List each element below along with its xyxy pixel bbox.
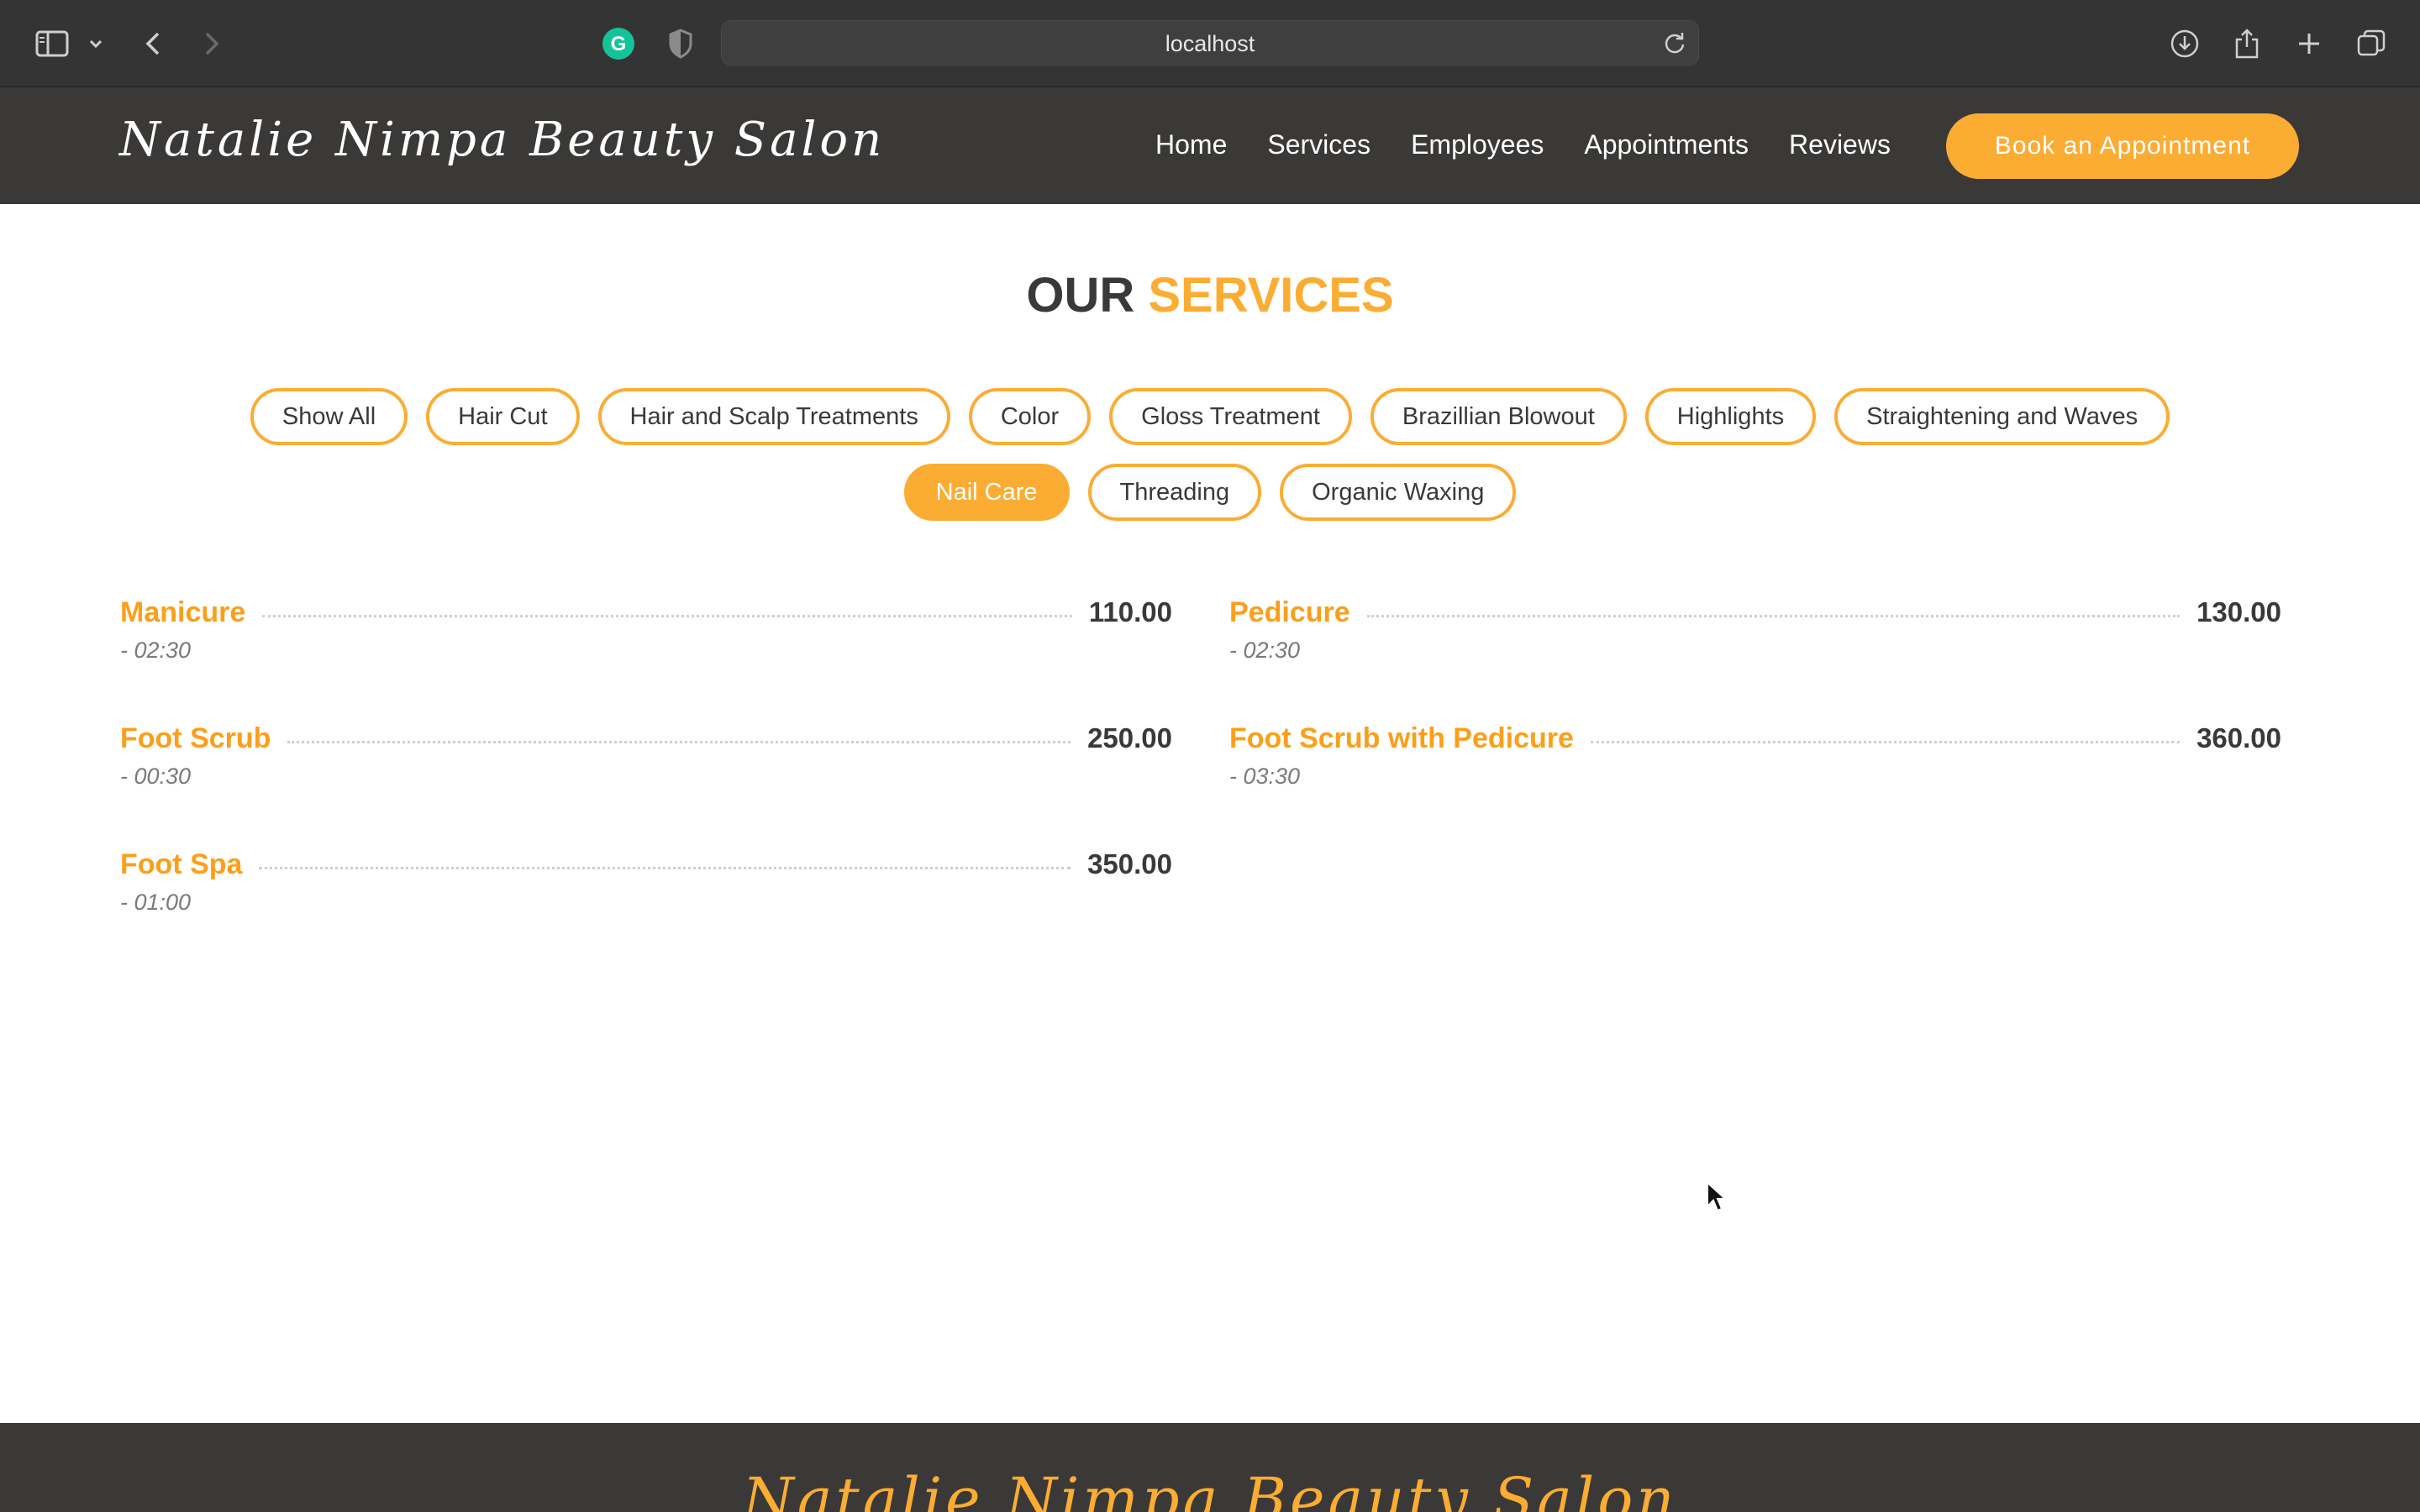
dotted-leader [1590, 740, 2181, 743]
filter-row: Show All Hair Cut Hair and Scalp Treatme… [250, 388, 2170, 445]
dotted-leader [262, 614, 1072, 617]
shield-icon[interactable] [662, 25, 699, 62]
service-name: Manicure [120, 596, 246, 628]
filter-hair-scalp-treatments[interactable]: Hair and Scalp Treatments [597, 388, 950, 445]
filter-gloss-treatment[interactable]: Gloss Treatment [1109, 388, 1352, 445]
nav-employees[interactable]: Employees [1411, 129, 1544, 160]
service-name: Pedicure [1229, 596, 1350, 628]
reload-icon[interactable] [1663, 31, 1686, 55]
dotted-leader [287, 740, 1071, 743]
service-price: 130.00 [2196, 596, 2281, 627]
nav-services[interactable]: Services [1267, 129, 1370, 160]
book-appointment-button[interactable]: Book an Appointment [1946, 113, 2299, 179]
back-arrow-icon[interactable] [134, 25, 171, 62]
filter-show-all[interactable]: Show All [250, 388, 408, 445]
service-filters: Show All Hair Cut Hair and Scalp Treatme… [0, 388, 2420, 521]
svg-text:G: G [611, 33, 627, 55]
share-icon[interactable] [2228, 25, 2265, 62]
service-price: 360.00 [2196, 722, 2281, 753]
main-nav: Home Services Employees Appointments Rev… [1155, 129, 1931, 160]
dotted-leader [1366, 614, 2181, 617]
filter-hair-cut[interactable]: Hair Cut [426, 388, 580, 445]
chevron-down-icon[interactable] [77, 25, 114, 62]
filter-nail-care[interactable]: Nail Care [903, 464, 1070, 521]
mouse-cursor-icon [1706, 1180, 1728, 1217]
service-duration: - 00:30 [120, 764, 192, 789]
filter-row: Nail Care Threading Organic Waxing [903, 464, 1517, 521]
service-price: 350.00 [1087, 848, 1172, 879]
filter-color[interactable]: Color [968, 388, 1092, 445]
title-part-2: SERVICES [1148, 268, 1394, 323]
nav-appointments[interactable]: Appointments [1584, 129, 1749, 160]
browser-toolbar: G localhost [0, 0, 2420, 87]
service-name: Foot Scrub with Pedicure [1229, 722, 1574, 754]
url-text[interactable]: localhost [722, 31, 1698, 57]
grammarly-icon[interactable]: G [600, 25, 637, 62]
service-duration: - 01:00 [120, 890, 192, 915]
footer-logo[interactable]: Natalie Nimpa Beauty Salon [0, 1465, 2420, 1512]
filter-highlights[interactable]: Highlights [1644, 388, 1817, 445]
site-footer: Natalie Nimpa Beauty Salon [0, 1423, 2420, 1512]
service-name: Foot Scrub [120, 722, 271, 754]
service-duration: - 03:30 [1229, 764, 1301, 789]
filter-threading[interactable]: Threading [1087, 464, 1262, 521]
service-duration: - 02:30 [120, 638, 192, 663]
service-name: Foot Spa [120, 848, 243, 880]
filter-brazilian-blowout[interactable]: Brazillian Blowout [1370, 388, 1627, 445]
site-logo[interactable]: Natalie Nimpa Beauty Salon [119, 113, 885, 167]
nav-home[interactable]: Home [1155, 129, 1227, 160]
download-icon[interactable] [2166, 25, 2203, 62]
title-part-1: OUR [1026, 268, 1135, 323]
forward-arrow-icon[interactable] [193, 25, 230, 62]
new-tab-icon[interactable] [2291, 25, 2328, 62]
dotted-leader [259, 866, 1071, 869]
service-price: 110.00 [1088, 596, 1172, 627]
service-duration: - 02:30 [1229, 638, 1301, 663]
service-item[interactable]: Foot Scrub 250.00 - 00:30 [120, 718, 1172, 802]
service-price: 250.00 [1087, 722, 1172, 753]
site-header: Natalie Nimpa Beauty Salon Home Services… [0, 87, 2420, 204]
nav-reviews[interactable]: Reviews [1789, 129, 1891, 160]
filter-organic-waxing[interactable]: Organic Waxing [1280, 464, 1517, 521]
service-item[interactable]: Manicure 110.00 - 02:30 [120, 592, 1172, 676]
sidebar-icon[interactable] [34, 25, 71, 62]
address-bar[interactable]: localhost [721, 20, 1699, 66]
tabs-overview-icon[interactable] [2353, 25, 2390, 62]
service-item[interactable]: Pedicure 130.00 - 02:30 [1229, 592, 2281, 676]
page-title: OUR SERVICES [0, 267, 2420, 323]
filter-straightening-waves[interactable]: Straightening and Waves [1834, 388, 2170, 445]
service-item[interactable]: Foot Scrub with Pedicure 360.00 - 03:30 [1229, 718, 2281, 802]
service-item[interactable]: Foot Spa 350.00 - 01:00 [120, 844, 1172, 928]
